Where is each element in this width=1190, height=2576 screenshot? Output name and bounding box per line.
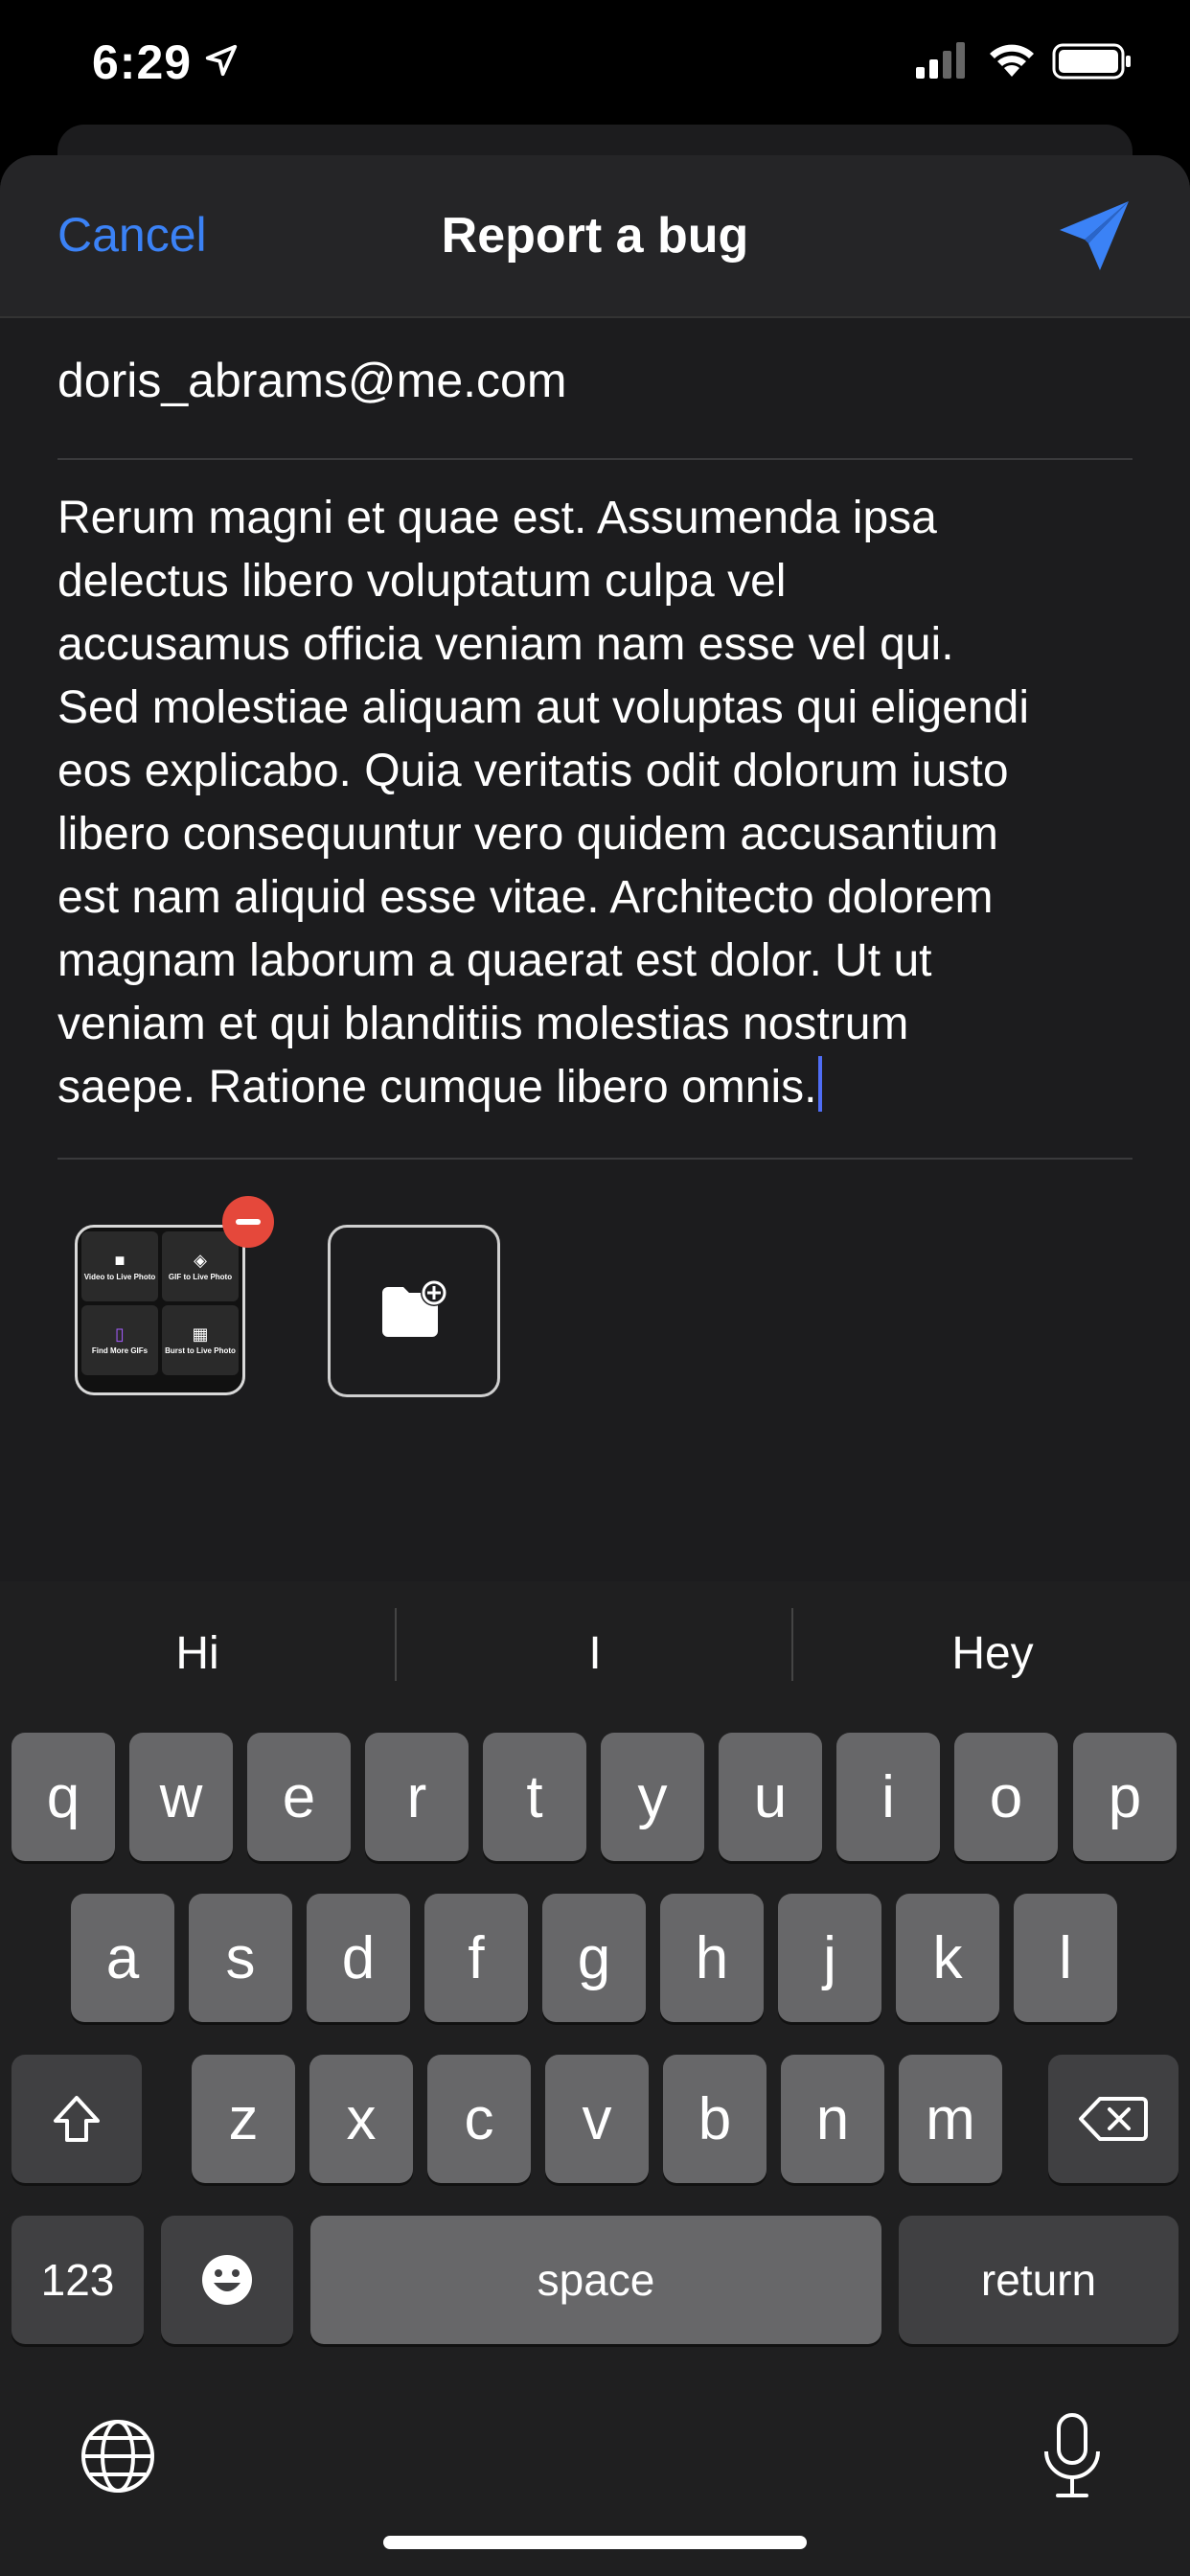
video-camera-icon: ■ xyxy=(114,1250,126,1270)
thumbnail-cell: ▯ Find More GIFs xyxy=(81,1305,158,1375)
microphone-icon[interactable] xyxy=(1041,2411,1104,2499)
key-a[interactable]: a xyxy=(71,1894,174,2022)
backspace-icon xyxy=(1079,2097,1148,2141)
layers-icon: ◈ xyxy=(194,1250,207,1270)
emoji-icon xyxy=(202,2255,252,2305)
thumbnail-cell-title: Video to Live Photo xyxy=(83,1272,156,1281)
home-indicator xyxy=(383,2536,807,2549)
suggestion-divider xyxy=(395,1608,397,1681)
thumbnail-cell-title: Burst to Live Photo xyxy=(165,1346,236,1355)
key-e[interactable]: e xyxy=(247,1733,351,1861)
remove-attachment-button[interactable] xyxy=(222,1196,274,1248)
key-y[interactable]: y xyxy=(601,1733,704,1861)
thumbnail-cell: ■ Video to Live Photo xyxy=(81,1231,158,1301)
key-h[interactable]: h xyxy=(660,1894,764,2022)
suggestion-i[interactable]: I xyxy=(398,1627,792,1680)
suggestion-divider xyxy=(791,1608,793,1681)
cellular-signal-icon xyxy=(916,42,965,79)
burst-icon: ▦ xyxy=(192,1323,209,1344)
text-caret xyxy=(818,1056,823,1112)
key-r[interactable]: r xyxy=(365,1733,469,1861)
message-line-last: saepe. Ratione cumque libero omnis. xyxy=(57,1056,1131,1119)
message-line: accusamus officia veniam nam esse vel qu… xyxy=(57,619,954,670)
suggestion-hey[interactable]: Hey xyxy=(795,1627,1190,1680)
message-line: Rerum magni et quae est. Assumenda ipsa xyxy=(57,493,937,543)
key-x[interactable]: x xyxy=(309,2055,413,2183)
shift-arrow-icon xyxy=(54,2096,100,2142)
message-line: Sed molestiae aliquam aut voluptas qui e… xyxy=(57,682,1029,733)
message-line: est nam aliquid esse vitae. Architecto d… xyxy=(57,872,994,923)
location-arrow-icon xyxy=(205,44,238,77)
key-o[interactable]: o xyxy=(954,1733,1058,1861)
battery-icon xyxy=(1052,43,1131,80)
message-line: libero consequuntur vero quidem accusant… xyxy=(57,809,998,860)
attachment-thumbnail[interactable]: ■ Video to Live Photo ◈ GIF to Live Phot… xyxy=(75,1225,245,1395)
key-q[interactable]: q xyxy=(11,1733,115,1861)
space-key[interactable]: space xyxy=(310,2216,881,2344)
thumbnail-cell-title: GIF to Live Photo xyxy=(168,1272,233,1281)
thumbnail-cell: ▦ Burst to Live Photo xyxy=(162,1305,239,1375)
thumbnail-grid: ■ Video to Live Photo ◈ GIF to Live Phot… xyxy=(81,1231,239,1375)
key-g[interactable]: g xyxy=(542,1894,646,2022)
return-key[interactable]: return xyxy=(899,2216,1179,2344)
message-line: magnam laborum a quaerat est dolor. Ut u… xyxy=(57,935,932,986)
key-z[interactable]: z xyxy=(192,2055,295,2183)
globe-icon[interactable] xyxy=(79,2417,157,2496)
status-bar: 6:29 xyxy=(0,0,1190,134)
minus-icon xyxy=(236,1219,261,1225)
thumbnail-cell-title: Find More GIFs xyxy=(91,1346,149,1355)
message-line: eos explicabo. Quia veritatis odit dolor… xyxy=(57,746,1009,796)
message-textarea[interactable]: Rerum magni et quae est. Assumenda ipsa … xyxy=(57,487,1131,1119)
page-title: Report a bug xyxy=(441,208,749,264)
key-l[interactable]: l xyxy=(1014,1894,1117,2022)
message-line: saepe. Ratione cumque libero omnis. xyxy=(57,1062,817,1113)
key-w[interactable]: w xyxy=(129,1733,233,1861)
key-p[interactable]: p xyxy=(1073,1733,1177,1861)
key-b[interactable]: b xyxy=(663,2055,767,2183)
emoji-key[interactable] xyxy=(161,2216,293,2344)
key-f[interactable]: f xyxy=(424,1894,528,2022)
thumbnail-cell: ◈ GIF to Live Photo xyxy=(162,1231,239,1301)
paper-plane-icon[interactable] xyxy=(1056,197,1133,274)
key-v[interactable]: v xyxy=(545,2055,649,2183)
nav-bar: Cancel Report a bug xyxy=(0,155,1190,318)
key-u[interactable]: u xyxy=(719,1733,822,1861)
divider xyxy=(57,1158,1133,1160)
message-line: veniam et qui blanditiis molestias nostr… xyxy=(57,999,909,1049)
status-time: 6:29 xyxy=(92,35,193,89)
divider xyxy=(57,458,1133,460)
folder-add-icon xyxy=(382,1279,447,1337)
numbers-key[interactable]: 123 xyxy=(11,2216,144,2344)
keyboard: Hi I Hey q w e r t y u i o p a s d f g h… xyxy=(0,1581,1190,2576)
shift-key[interactable] xyxy=(11,2055,142,2183)
key-k[interactable]: k xyxy=(896,1894,999,2022)
backspace-key[interactable] xyxy=(1048,2055,1179,2183)
message-line: delectus libero voluptatum culpa vel xyxy=(57,556,787,607)
suggestion-hi[interactable]: Hi xyxy=(0,1627,395,1680)
key-n[interactable]: n xyxy=(781,2055,884,2183)
key-m[interactable]: m xyxy=(899,2055,1002,2183)
key-s[interactable]: s xyxy=(189,1894,292,2022)
key-j[interactable]: j xyxy=(778,1894,881,2022)
key-d[interactable]: d xyxy=(307,1894,410,2022)
email-field[interactable]: doris_abrams@me.com xyxy=(57,353,566,408)
key-t[interactable]: t xyxy=(483,1733,586,1861)
key-i[interactable]: i xyxy=(836,1733,940,1861)
document-icon: ▯ xyxy=(115,1323,125,1344)
add-attachment-button[interactable] xyxy=(328,1225,500,1397)
wifi-icon xyxy=(990,44,1034,77)
key-c[interactable]: c xyxy=(427,2055,531,2183)
